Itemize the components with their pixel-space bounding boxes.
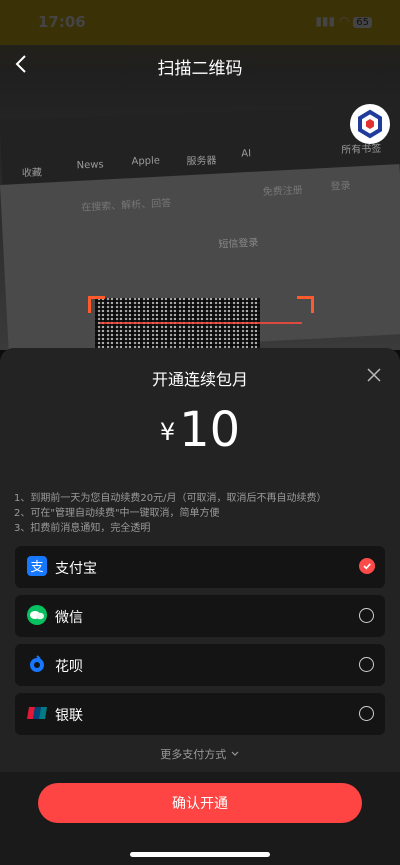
scan-frame	[88, 296, 314, 350]
signal-icon: ▮▮▮	[315, 14, 336, 28]
screen-text: 在搜索、解析、回答	[81, 198, 172, 214]
bookmark-item: 服务器	[186, 155, 217, 168]
status-time: 17:06	[38, 13, 86, 31]
huabei-icon	[27, 654, 47, 674]
payment-option-huabei[interactable]: 花呗	[15, 644, 385, 686]
note-line: 1、到期前一天为您自动续费20元/月（可取消，取消后不再自动续费）	[14, 493, 327, 504]
close-button[interactable]	[364, 365, 384, 385]
subscription-sheet: 开通连续包月 ¥10 1、到期前一天为您自动续费20元/月（可取消，取消后不再自…	[0, 348, 400, 865]
page-title: 扫描二维码	[157, 59, 243, 79]
bookmark-item: Apple	[131, 155, 161, 168]
radio-unchecked[interactable]	[359, 608, 374, 623]
scan-line	[100, 322, 302, 324]
more-payment-label: 更多支付方式	[160, 748, 227, 761]
payment-option-unionpay[interactable]: 银联	[15, 693, 385, 735]
battery-icon: 65	[353, 17, 372, 28]
check-icon	[363, 563, 371, 570]
floating-app-logo[interactable]	[350, 104, 390, 144]
screen-text: 短信登录	[218, 237, 259, 251]
bookmark-item: News	[76, 159, 104, 172]
price-currency: ¥	[159, 418, 176, 446]
payment-label: 花呗	[55, 659, 83, 675]
svg-text:支: 支	[30, 560, 43, 574]
payment-method-list: 支 支付宝 微信 花呗 银联	[15, 546, 385, 742]
note-line: 3、扣费前消息通知，完全透明	[14, 523, 151, 534]
payment-label: 支付宝	[55, 561, 97, 577]
wifi-icon: ◠	[338, 14, 350, 28]
status-icons: ▮▮▮ ◠ 65	[315, 14, 372, 28]
screen-text: 免费注册	[262, 185, 303, 199]
payment-option-alipay[interactable]: 支 支付宝	[15, 546, 385, 588]
sheet-title: 开通连续包月	[151, 370, 248, 389]
note-line: 2、可在"管理自动续费"中一键取消，简单方便	[14, 508, 220, 519]
hexagon-logo-icon	[358, 109, 382, 139]
confirm-button[interactable]: 确认开通	[38, 783, 362, 823]
screen-text: 登录	[330, 180, 351, 193]
camera-preview: 收藏 News Apple 服务器 AI 所有书签 在搜索、解析、回答 免费注册…	[0, 0, 400, 350]
radio-unchecked[interactable]	[359, 657, 374, 672]
payment-label: 银联	[55, 708, 83, 724]
radio-unchecked[interactable]	[359, 706, 374, 721]
home-indicator	[130, 852, 270, 857]
status-bar: 17:06 ▮▮▮ ◠ 65	[0, 0, 400, 45]
bookmark-item: AI	[241, 148, 252, 160]
chevron-down-icon	[231, 751, 239, 756]
more-payment-methods[interactable]: 更多支付方式	[0, 746, 400, 762]
subscription-notes: 1、到期前一天为您自动续费20元/月（可取消，取消后不再自动续费） 2、可在"管…	[14, 491, 394, 536]
payment-label: 微信	[55, 610, 83, 626]
radio-checked[interactable]	[359, 558, 375, 574]
close-icon	[367, 368, 381, 382]
unionpay-icon	[27, 703, 47, 723]
price-amount: 10	[179, 402, 241, 458]
wechat-icon	[27, 605, 47, 625]
scan-corner	[297, 296, 314, 313]
price: ¥10	[0, 402, 400, 458]
bookmark-item: 收藏	[21, 167, 43, 180]
alipay-icon: 支	[27, 556, 47, 576]
scan-corner	[88, 296, 105, 313]
payment-option-wechat[interactable]: 微信	[15, 595, 385, 637]
